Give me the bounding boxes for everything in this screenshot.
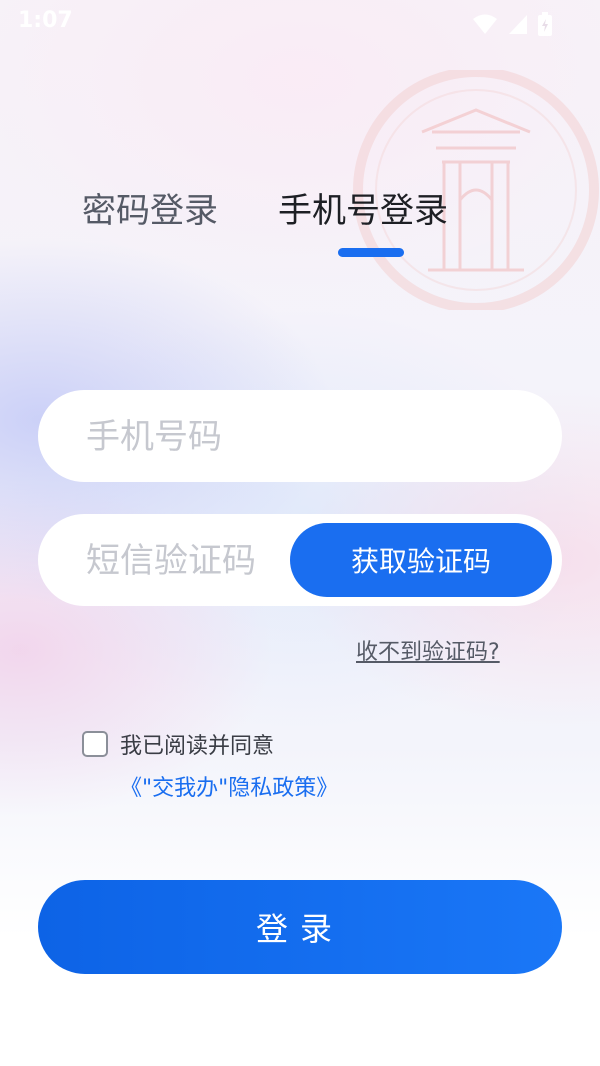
tab-password-login[interactable]: 密码登录 bbox=[82, 188, 218, 234]
tab-phone-login[interactable]: 手机号登录 bbox=[278, 188, 448, 234]
agreement-prefix: 我已阅读并同意 bbox=[120, 734, 275, 759]
agreement-checkbox[interactable] bbox=[82, 731, 108, 757]
battery-icon bbox=[538, 12, 552, 36]
phone-field bbox=[38, 390, 562, 484]
login-tabs: 密码登录 手机号登录 bbox=[0, 188, 600, 268]
status-bar: 1:07 bbox=[0, 0, 600, 48]
tab-active-indicator bbox=[338, 248, 404, 257]
status-time: 1:07 bbox=[18, 8, 73, 33]
login-button[interactable]: 登录 bbox=[38, 880, 562, 974]
wifi-icon bbox=[473, 14, 497, 34]
phone-input[interactable] bbox=[84, 390, 528, 484]
status-icons bbox=[472, 12, 552, 36]
no-code-link[interactable]: 收不到验证码? bbox=[356, 634, 500, 666]
privacy-policy-link[interactable]: 《"交我办"隐私政策》 bbox=[120, 776, 338, 801]
signal-icon bbox=[509, 15, 527, 34]
sms-field: 获取验证码 bbox=[38, 514, 562, 608]
sms-code-input[interactable] bbox=[84, 514, 308, 608]
agreement-text: 我已阅读并同意《"交我办"隐私政策》 bbox=[120, 726, 492, 810]
get-code-button[interactable]: 获取验证码 bbox=[290, 523, 552, 597]
